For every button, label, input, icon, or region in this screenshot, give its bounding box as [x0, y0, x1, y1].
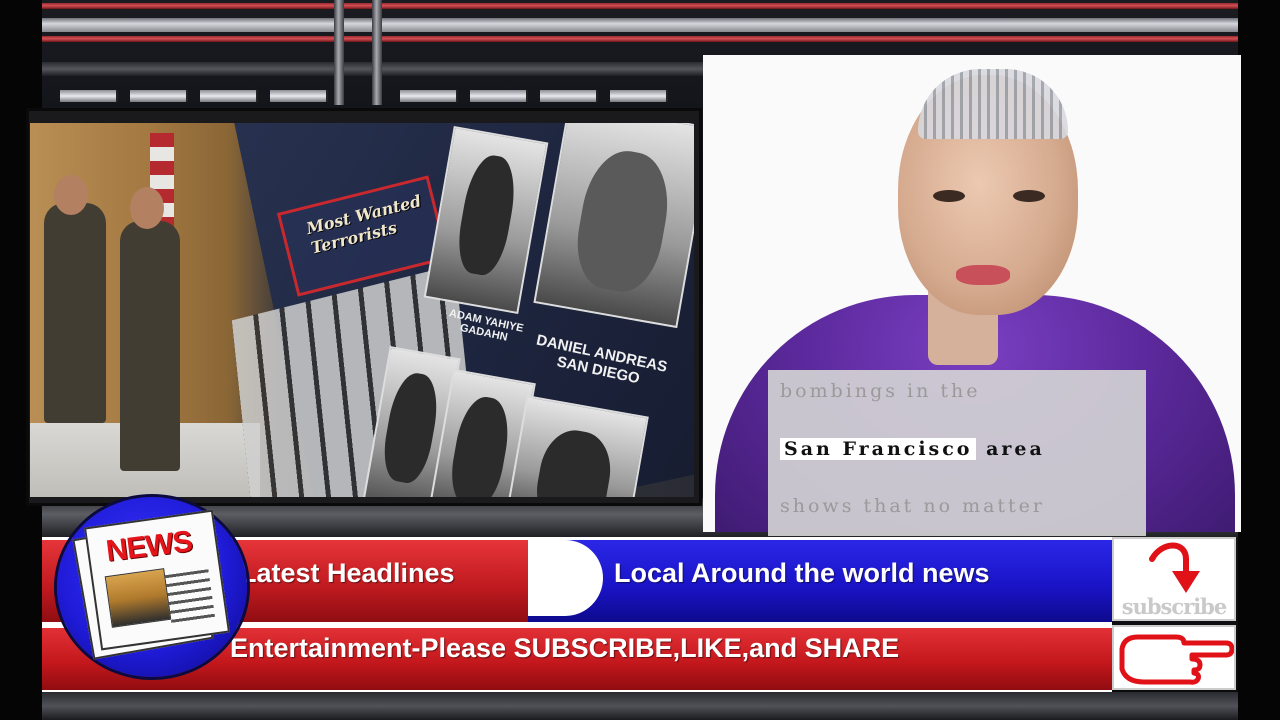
rail-segment — [470, 90, 528, 102]
robot-transparent-cranium — [918, 69, 1068, 139]
subtitle-box: bombings in the San Francisco area shows… — [768, 370, 1146, 536]
ticker-text: Entertainment-Please SUBSCRIBE,LIKE,and … — [230, 633, 900, 663]
agent-head — [130, 187, 164, 229]
newspaper-photo — [104, 568, 172, 628]
mugshot-face — [452, 151, 521, 279]
news-label: Local Around the world news — [614, 558, 990, 588]
agent-head — [54, 175, 88, 215]
rail-segment — [540, 90, 598, 102]
subtitle-line-3: shows that no matter — [780, 495, 1046, 517]
top-red-bar-2 — [42, 36, 1238, 42]
mugshot-face — [378, 369, 444, 487]
rail-segment — [200, 90, 258, 102]
curved-arrow-down-icon — [1149, 542, 1200, 593]
newspaper-text-lines — [164, 569, 216, 625]
robot-eye — [1013, 190, 1045, 202]
rail-segment — [400, 90, 458, 102]
agent-figure — [120, 221, 180, 471]
robot-lips — [956, 265, 1010, 285]
bottom-strip — [42, 692, 1238, 720]
pointing-hand-icon — [1119, 634, 1235, 685]
right-edge — [1238, 0, 1280, 720]
top-red-bar — [42, 3, 1238, 9]
subtitle-line-2: San Francisco area — [780, 438, 1045, 460]
mugshot-face — [445, 393, 515, 497]
bar-divider — [528, 540, 603, 616]
rail-segment — [610, 90, 668, 102]
light-post — [334, 0, 344, 105]
robot-eye — [933, 190, 965, 202]
rail-segment — [60, 90, 118, 102]
mugshot-face — [531, 425, 617, 497]
subtitle-highlight: San Francisco — [780, 438, 977, 460]
subtitle-line-2-rest: area — [976, 438, 1045, 460]
mugshot-face — [569, 144, 677, 298]
headline-label: Latest Headlines — [240, 558, 455, 588]
agent-figure — [44, 203, 106, 423]
subscribe-label[interactable]: subscribe — [1114, 594, 1234, 619]
rail-segment — [270, 90, 328, 102]
subtitle-line-1: bombings in the — [780, 380, 981, 402]
light-post — [372, 0, 382, 105]
rail-segment — [130, 90, 188, 102]
press-conference-photo: Most Wanted Terrorists ADAM YAHIYE GADAH… — [30, 123, 694, 497]
top-rail — [42, 18, 1238, 32]
pointing-hand-box[interactable] — [1112, 625, 1236, 690]
